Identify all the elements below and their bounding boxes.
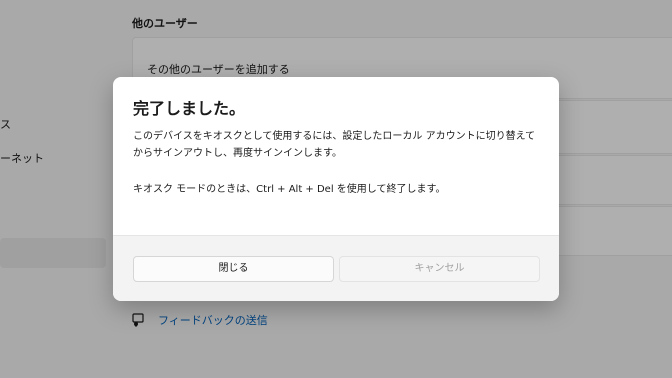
dialog-exit-hint: キオスク モードのときは、Ctrl + Alt + Del を使用して終了します… (133, 184, 446, 195)
dialog-footer: 閉じる キャンセル (113, 235, 559, 301)
dialog-title: 完了しました。 (133, 99, 246, 118)
close-button[interactable]: 閉じる (133, 256, 334, 282)
kiosk-complete-dialog: 完了しました。 このデバイスをキオスクとして使用するには、設定したローカル アカ… (113, 77, 559, 301)
cancel-button[interactable]: キャンセル (339, 256, 540, 282)
dialog-message: このデバイスをキオスクとして使用するには、設定したローカル アカウントに切り替え… (133, 131, 536, 159)
